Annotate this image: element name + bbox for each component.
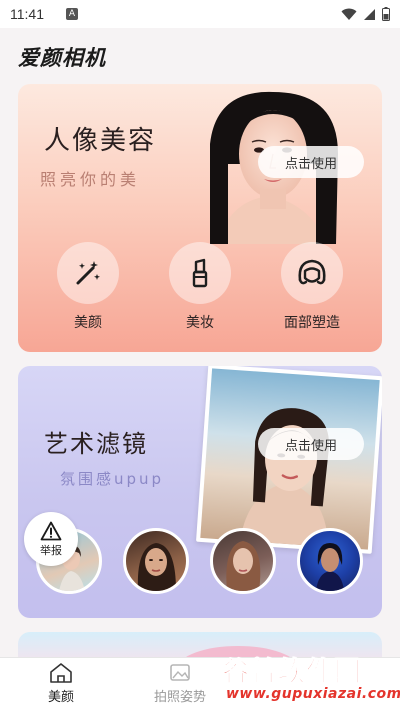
portrait-beauty-card[interactable]: 人像美容 照亮你的美 点击使用 美颜 美妆 面部塑造 (18, 84, 382, 352)
status-icons (341, 7, 390, 21)
filter-card-subtitle: 氛围感upup (60, 470, 165, 488)
filter-use-button[interactable]: 点击使用 (258, 428, 364, 460)
report-label: 举报 (40, 543, 62, 557)
report-button[interactable]: 举报 (24, 512, 78, 566)
portrait-card-subtitle: 照亮你的美 (40, 170, 141, 189)
app-title: 爱颜相机 (18, 45, 106, 70)
wifi-icon (341, 8, 357, 20)
portrait-feature-row: 美颜 美妆 面部塑造 (18, 242, 382, 332)
feature-makeup[interactable]: 美妆 (155, 242, 245, 332)
portrait-use-button[interactable]: 点击使用 (258, 146, 364, 178)
filter-sample-3-figure (226, 541, 261, 591)
feature-face-shape-circle (281, 242, 343, 304)
image-icon (170, 664, 190, 681)
feature-beauty-circle (57, 242, 119, 304)
magic-wand-icon (76, 261, 100, 285)
filter-card-title: 艺术滤镜 (44, 430, 148, 458)
nav-item-beauty[interactable]: 美颜 (48, 662, 74, 705)
face-shape-icon (298, 259, 326, 285)
feature-face-shape-label: 面部塑造 (284, 315, 340, 331)
filter-sample-4-figure (316, 543, 344, 591)
status-bar: 11:41 A (0, 0, 400, 28)
portrait-card-title: 人像美容 (44, 126, 157, 156)
battery-icon (382, 7, 390, 21)
filter-sample-2[interactable] (123, 528, 189, 594)
home-icon (50, 663, 72, 683)
filter-sample-2-figure (137, 543, 176, 591)
signal-icon (364, 8, 375, 20)
status-time: 11:41 (10, 6, 44, 22)
feature-makeup-circle (169, 242, 231, 304)
watermark-name: 谷普软件园 (222, 657, 362, 689)
nav-label-pose: 拍照姿势 (154, 690, 207, 705)
nav-item-pose[interactable]: 拍照姿势 (154, 662, 206, 705)
watermark-url: www.gupuxiazai.com (226, 686, 400, 702)
feature-beauty[interactable]: 美颜 (43, 242, 133, 332)
filter-sample-4[interactable] (297, 528, 363, 594)
feature-makeup-label: 美妆 (186, 315, 214, 331)
filter-sample-3[interactable] (210, 528, 276, 594)
warning-icon (40, 521, 62, 540)
feature-face-shape[interactable]: 面部塑造 (267, 242, 357, 332)
lipstick-icon (192, 258, 208, 288)
nav-label-beauty: 美颜 (48, 690, 75, 705)
art-filter-card[interactable]: 艺术滤镜 氛围感upup 点击使用 举报 (18, 366, 382, 618)
status-a-badge: A (66, 8, 78, 20)
watermark: 谷普软件园 www.gupuxiazai.com (222, 650, 400, 711)
feature-beauty-label: 美颜 (74, 315, 102, 331)
